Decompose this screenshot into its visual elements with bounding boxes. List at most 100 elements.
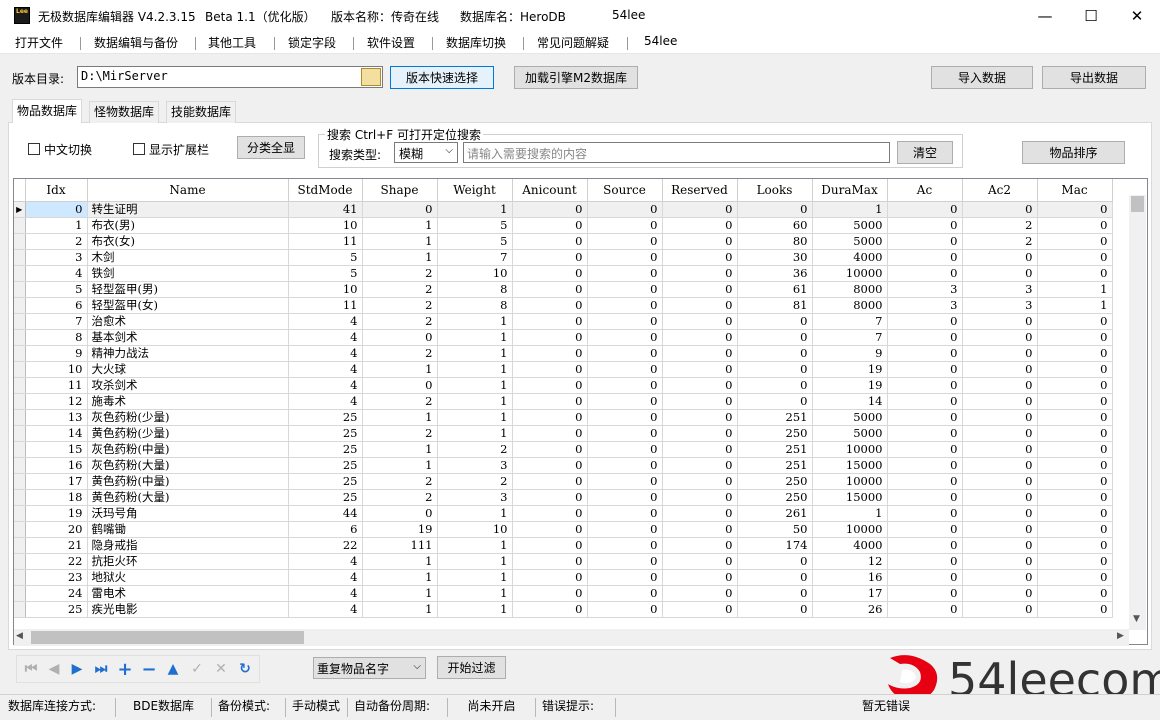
cell-duramax[interactable]: 10000 (812, 441, 888, 458)
cell-ac[interactable]: 0 (887, 537, 963, 554)
cell-ac[interactable]: 0 (887, 553, 963, 570)
cell-stdmode[interactable]: 4 (288, 553, 363, 570)
cell-idx[interactable]: 15 (25, 441, 88, 458)
table-row[interactable]: 15 灰色药粉(中量) 25 1 2 0 0 0 251 10000 0 0 0 (14, 441, 1113, 458)
cell-ac2[interactable]: 0 (962, 201, 1038, 218)
cell-reserved[interactable]: 0 (662, 409, 738, 426)
cell-ac2[interactable]: 0 (962, 249, 1038, 266)
cell-duramax[interactable]: 5000 (812, 425, 888, 442)
cell-idx[interactable]: 0 (25, 201, 88, 218)
column-header-source[interactable]: Source (587, 179, 663, 202)
cell-source[interactable]: 0 (587, 249, 663, 266)
cell-idx[interactable]: 16 (25, 457, 88, 474)
cell-duramax[interactable]: 5000 (812, 409, 888, 426)
cell-duramax[interactable]: 1 (812, 505, 888, 522)
cell-shape[interactable]: 2 (362, 473, 438, 490)
tab-monsters[interactable]: 怪物数据库 (89, 101, 160, 123)
cell-duramax[interactable]: 1 (812, 201, 888, 218)
cell-ac2[interactable]: 0 (962, 473, 1038, 490)
menu-faq[interactable]: 常见问题解疑 (535, 34, 611, 51)
cell-anicount[interactable]: 0 (512, 473, 588, 490)
cell-ac[interactable]: 0 (887, 233, 963, 250)
cell-name[interactable]: 黄色药粉(大量) (87, 489, 289, 506)
cell-shape[interactable]: 1 (362, 441, 438, 458)
cell-source[interactable]: 0 (587, 441, 663, 458)
cell-idx[interactable]: 18 (25, 489, 88, 506)
cell-ac[interactable]: 0 (887, 377, 963, 394)
cell-source[interactable]: 0 (587, 265, 663, 282)
cell-name[interactable]: 黄色药粉(中量) (87, 473, 289, 490)
cell-stdmode[interactable]: 41 (288, 201, 363, 218)
cell-idx[interactable]: 8 (25, 329, 88, 346)
cell-name[interactable]: 黄色药粉(少量) (87, 425, 289, 442)
cell-ac[interactable]: 0 (887, 521, 963, 538)
table-row[interactable]: 16 灰色药粉(大量) 25 1 3 0 0 0 251 15000 0 0 0 (14, 457, 1113, 474)
cell-idx[interactable]: 23 (25, 569, 88, 586)
cell-duramax[interactable]: 7 (812, 329, 888, 346)
cell-weight[interactable]: 1 (437, 505, 513, 522)
cell-duramax[interactable]: 17 (812, 585, 888, 602)
cell-reserved[interactable]: 0 (662, 505, 738, 522)
cell-source[interactable]: 0 (587, 537, 663, 554)
scroll-down-icon[interactable]: ▼ (1133, 614, 1140, 624)
scroll-left-icon[interactable]: ◀ (16, 631, 23, 641)
cell-ac[interactable]: 0 (887, 345, 963, 362)
table-row[interactable]: 11 攻杀剑术 4 0 1 0 0 0 0 19 0 0 0 (14, 377, 1113, 394)
cell-anicount[interactable]: 0 (512, 217, 588, 234)
cell-name[interactable]: 施毒术 (87, 393, 289, 410)
cell-duramax[interactable]: 5000 (812, 217, 888, 234)
cell-ac2[interactable]: 0 (962, 265, 1038, 282)
cell-looks[interactable]: 0 (737, 601, 813, 618)
cell-looks[interactable]: 0 (737, 313, 813, 330)
cell-mac[interactable]: 0 (1037, 521, 1113, 538)
cell-anicount[interactable]: 0 (512, 233, 588, 250)
cell-reserved[interactable]: 0 (662, 537, 738, 554)
minimize-button[interactable]: — (1022, 0, 1068, 32)
cell-mac[interactable]: 0 (1037, 505, 1113, 522)
folder-icon[interactable] (361, 68, 381, 86)
export-button[interactable]: 导出数据 (1042, 66, 1146, 89)
cell-mac[interactable]: 0 (1037, 201, 1113, 218)
cell-duramax[interactable]: 14 (812, 393, 888, 410)
cell-duramax[interactable]: 10000 (812, 265, 888, 282)
cell-duramax[interactable]: 10000 (812, 521, 888, 538)
cell-reserved[interactable]: 0 (662, 377, 738, 394)
cell-duramax[interactable]: 19 (812, 361, 888, 378)
column-header-looks[interactable]: Looks (737, 179, 813, 202)
cell-stdmode[interactable]: 4 (288, 601, 363, 618)
cell-source[interactable]: 0 (587, 201, 663, 218)
cell-ac2[interactable]: 3 (962, 281, 1038, 298)
cell-weight[interactable]: 1 (437, 393, 513, 410)
cell-name[interactable]: 灰色药粉(大量) (87, 457, 289, 474)
show-all-categories-button[interactable]: 分类全显 (237, 136, 305, 159)
table-row[interactable]: 23 地狱火 4 1 1 0 0 0 0 16 0 0 0 (14, 569, 1113, 586)
cell-anicount[interactable]: 0 (512, 409, 588, 426)
cell-idx[interactable]: 17 (25, 473, 88, 490)
cell-name[interactable]: 沃玛号角 (87, 505, 289, 522)
cell-ac[interactable]: 0 (887, 473, 963, 490)
cell-shape[interactable]: 1 (362, 553, 438, 570)
cell-reserved[interactable]: 0 (662, 233, 738, 250)
cell-name[interactable]: 精神力战法 (87, 345, 289, 362)
insert-icon[interactable]: + (116, 659, 134, 680)
cell-mac[interactable]: 0 (1037, 457, 1113, 474)
cell-idx[interactable]: 10 (25, 361, 88, 378)
cell-ac2[interactable]: 0 (962, 361, 1038, 378)
cell-mac[interactable]: 0 (1037, 377, 1113, 394)
menu-lock-fields[interactable]: 锁定字段 (286, 34, 338, 51)
cell-stdmode[interactable]: 4 (288, 345, 363, 362)
close-button[interactable]: ✕ (1114, 0, 1160, 32)
cell-shape[interactable]: 2 (362, 489, 438, 506)
cell-weight[interactable]: 1 (437, 313, 513, 330)
cell-weight[interactable]: 2 (437, 473, 513, 490)
cell-reserved[interactable]: 0 (662, 425, 738, 442)
cell-duramax[interactable]: 5000 (812, 233, 888, 250)
table-row[interactable]: 25 疾光电影 4 1 1 0 0 0 0 26 0 0 0 (14, 601, 1113, 618)
cell-stdmode[interactable]: 4 (288, 585, 363, 602)
cell-shape[interactable]: 0 (362, 329, 438, 346)
cell-idx[interactable]: 22 (25, 553, 88, 570)
dir-input[interactable]: D:\MirServer (77, 66, 383, 88)
scroll-right-icon[interactable]: ▶ (1117, 631, 1124, 641)
cell-idx[interactable]: 24 (25, 585, 88, 602)
table-row[interactable]: 5 轻型盔甲(男) 10 2 8 0 0 0 61 8000 3 3 1 (14, 281, 1113, 298)
